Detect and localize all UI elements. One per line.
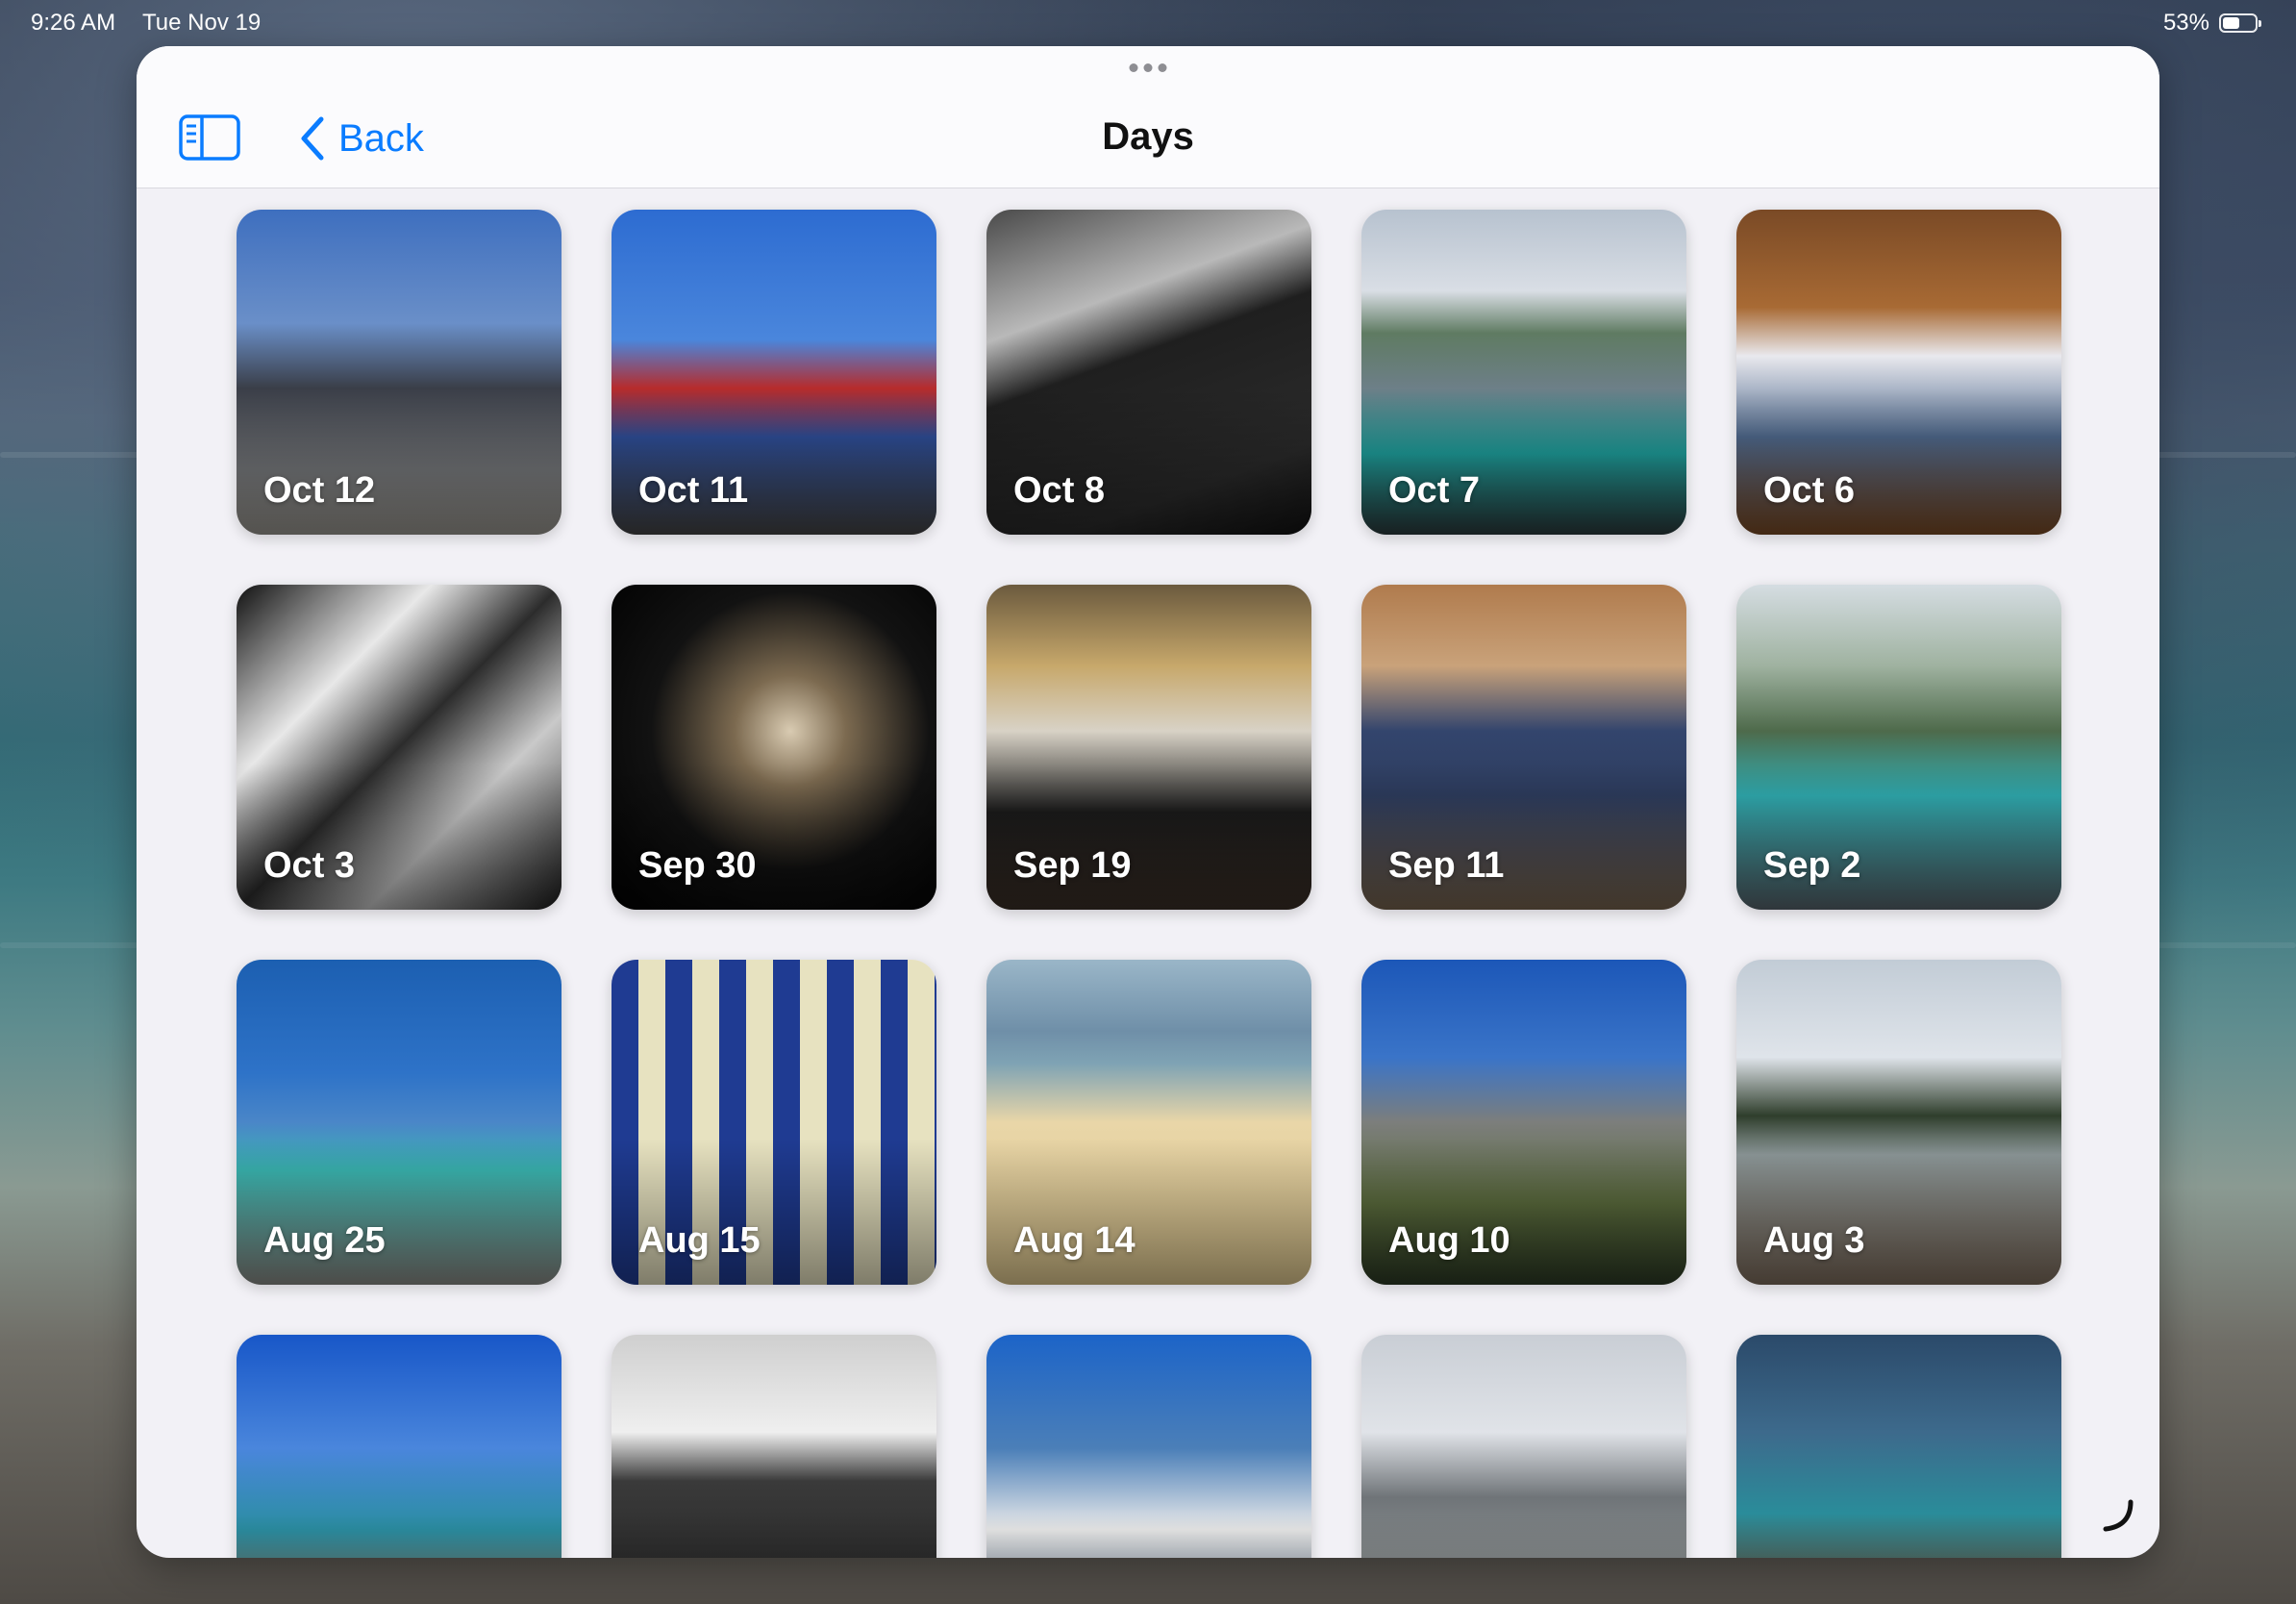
- day-tile-label: Aug 14: [1013, 1220, 1136, 1261]
- day-tile[interactable]: Aug 14: [986, 960, 1311, 1285]
- day-tile[interactable]: Sep 2: [1736, 585, 2061, 910]
- photos-window: Back Days Oct 12 Oct 11 Oct 8 Oct 7 Oct 6 Oct…: [137, 46, 2159, 1558]
- day-tile[interactable]: Aug 10: [1361, 960, 1686, 1285]
- day-tile-label: Aug 3: [1763, 1220, 1865, 1261]
- day-tile[interactable]: [611, 1335, 936, 1558]
- day-tile-label: Aug 25: [263, 1220, 386, 1261]
- status-date: Tue Nov 19: [142, 10, 262, 36]
- battery-indicator: 53%: [2162, 10, 2261, 37]
- day-tile[interactable]: Oct 7: [1361, 210, 1686, 535]
- status-time: 9:26 AM: [31, 10, 116, 36]
- days-grid: Oct 12 Oct 11 Oct 8 Oct 7 Oct 6 Oct 3 Sep 30 Se…: [237, 210, 2061, 1558]
- day-tile-label: Oct 6: [1763, 470, 1856, 511]
- status-bar: 9:26 AM Tue Nov 19 53%: [0, 0, 2296, 44]
- day-tile[interactable]: Oct 8: [986, 210, 1311, 535]
- day-tile-label: Sep 30: [638, 845, 757, 886]
- page-title: Days: [1102, 115, 1194, 158]
- window-grabber-icon[interactable]: [1129, 63, 1167, 72]
- day-tile-label: Sep 11: [1388, 845, 1505, 886]
- day-tile[interactable]: Sep 30: [611, 585, 936, 910]
- day-tile-label: Sep 2: [1763, 845, 1861, 886]
- day-tile[interactable]: [986, 1335, 1311, 1558]
- battery-percent: 53%: [2162, 10, 2209, 36]
- day-tile[interactable]: Oct 12: [237, 210, 562, 535]
- battery-fill: [2223, 17, 2239, 29]
- day-tile[interactable]: Aug 15: [611, 960, 936, 1285]
- day-tile[interactable]: Sep 11: [1361, 585, 1686, 910]
- day-tile-label: Oct 12: [263, 470, 376, 511]
- day-tile[interactable]: Aug 25: [237, 960, 562, 1285]
- resize-corner-icon[interactable]: [2098, 1496, 2136, 1535]
- day-tile[interactable]: Aug 3: [1736, 960, 2061, 1285]
- day-tile[interactable]: Oct 3: [237, 585, 562, 910]
- day-tile-label: Oct 7: [1388, 470, 1481, 511]
- battery-icon: [2219, 13, 2261, 33]
- day-tile[interactable]: [1736, 1335, 2061, 1558]
- day-tile[interactable]: Oct 6: [1736, 210, 2061, 535]
- day-tile-label: Oct 3: [263, 845, 356, 886]
- day-tile-label: Aug 10: [1388, 1220, 1510, 1261]
- day-tile[interactable]: [1361, 1335, 1686, 1558]
- window-header: Back Days: [137, 46, 2159, 188]
- day-tile[interactable]: [237, 1335, 562, 1558]
- day-tile-label: Oct 11: [638, 470, 749, 511]
- day-tile[interactable]: Sep 19: [986, 585, 1311, 910]
- day-tile-label: Sep 19: [1013, 845, 1132, 886]
- day-tile-label: Aug 15: [638, 1220, 761, 1261]
- day-tile-label: Oct 8: [1013, 470, 1106, 511]
- day-tile[interactable]: Oct 11: [611, 210, 936, 535]
